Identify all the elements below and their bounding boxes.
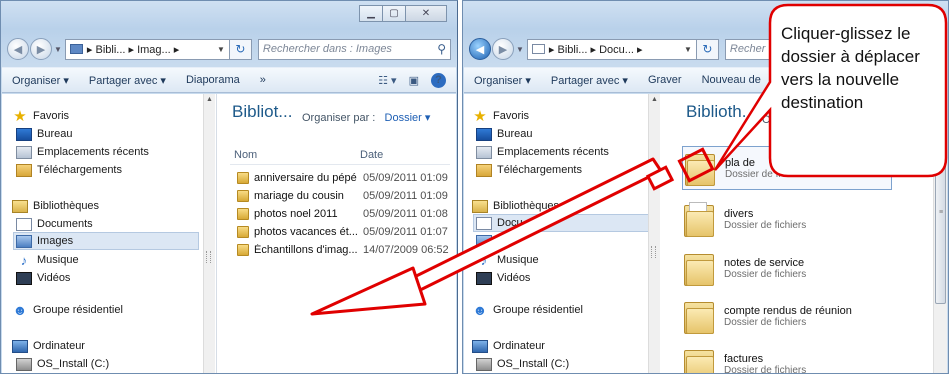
drag-ghost-large (677, 147, 715, 183)
callout-text: Cliquer-glissez le dossier à déplacer ve… (781, 24, 920, 112)
drag-arrow (394, 157, 663, 300)
drag-arrow-head (310, 266, 427, 316)
